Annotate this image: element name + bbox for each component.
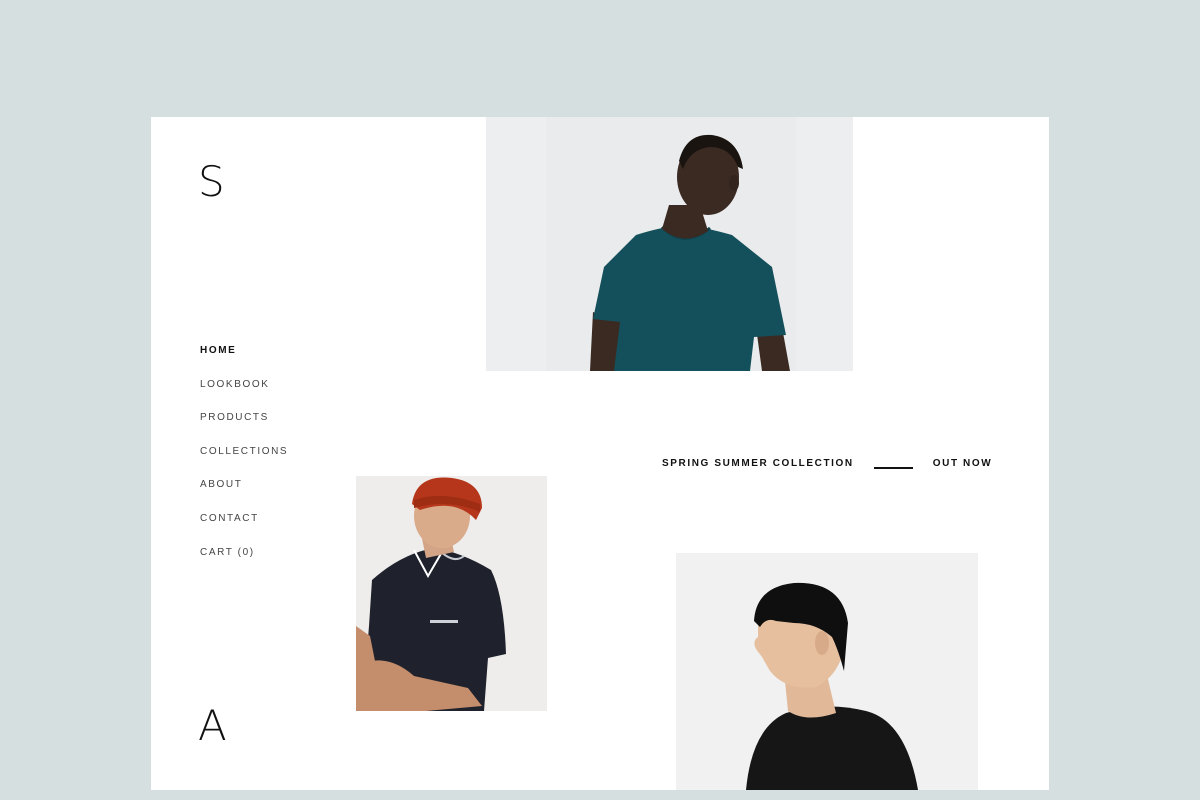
nav-item-products[interactable]: PRODUCTS — [200, 412, 288, 446]
nav-item-contact[interactable]: CONTACT — [200, 513, 288, 547]
nav-item-cart[interactable]: CART (0) — [200, 547, 288, 581]
banner-divider — [873, 467, 913, 469]
model-black-tee-illustration — [676, 553, 978, 790]
nav-item-about[interactable]: ABOUT — [200, 479, 288, 513]
photo-red-beanie-polo[interactable] — [356, 476, 547, 711]
brand-logo-top[interactable]: S — [198, 161, 225, 203]
model-teal-tee-illustration — [486, 117, 853, 371]
collection-title: SPRING SUMMER COLLECTION — [662, 457, 854, 469]
main-nav: HOME LOOKBOOK PRODUCTS COLLECTIONS ABOUT… — [200, 345, 288, 580]
nav-item-lookbook[interactable]: LOOKBOOK — [200, 379, 288, 413]
brand-logo-bottom: A — [198, 701, 227, 750]
hero-photo-teal-tee[interactable] — [486, 117, 853, 371]
site-page: S HOME LOOKBOOK PRODUCTS COLLECTIONS ABO… — [151, 117, 1049, 790]
collection-banner: SPRING SUMMER COLLECTION OUT NOW — [662, 457, 992, 469]
nav-item-collections[interactable]: COLLECTIONS — [200, 446, 288, 480]
photo-black-tee-profile[interactable] — [676, 553, 978, 790]
model-red-beanie-illustration — [356, 476, 547, 711]
out-now-link[interactable]: OUT NOW — [933, 458, 993, 469]
nav-item-home[interactable]: HOME — [200, 345, 288, 379]
